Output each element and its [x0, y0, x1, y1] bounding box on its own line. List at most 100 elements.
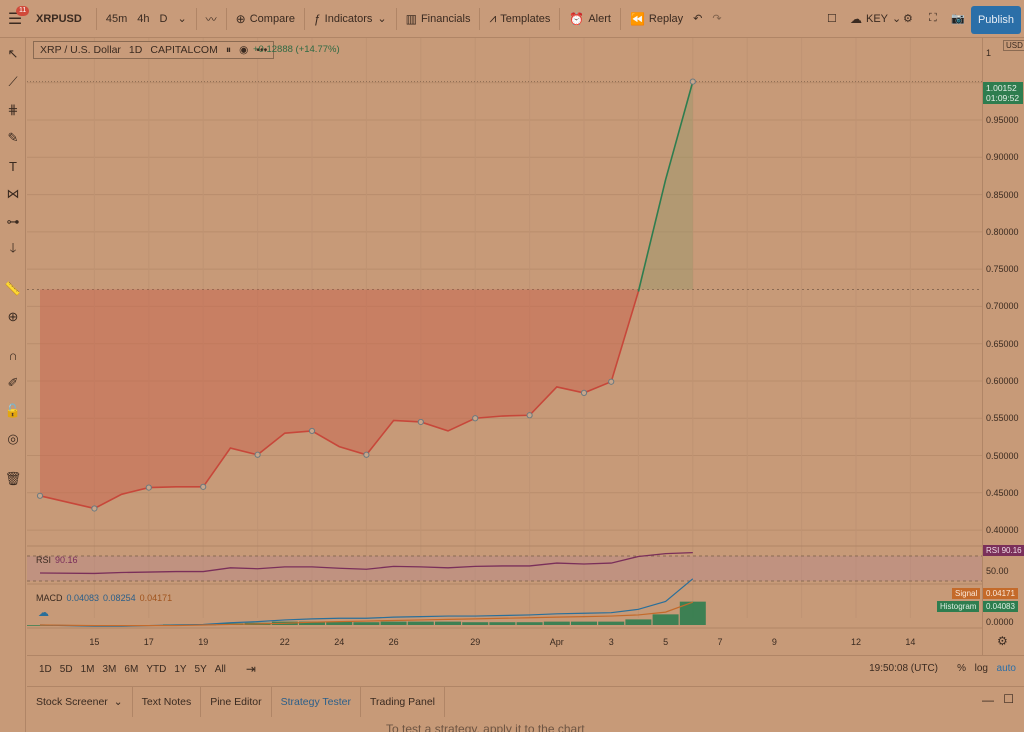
- publish-button[interactable]: Publish: [971, 6, 1021, 34]
- symbol-search[interactable]: XRPUSD: [30, 0, 92, 38]
- rsi-legend[interactable]: RSI 90.16: [36, 555, 78, 565]
- range-1m[interactable]: 1M: [77, 664, 99, 675]
- compare-button[interactable]: ⊕ Compare: [231, 0, 300, 38]
- hide-drawings-tool[interactable]: ◎: [0, 428, 26, 450]
- maximize-panel-button[interactable]: ☐: [1003, 692, 1014, 706]
- clock[interactable]: 19:50:08 (UTC): [869, 663, 938, 674]
- time-tick-label: 17: [144, 637, 154, 647]
- zoom-tool[interactable]: ⊕: [0, 306, 26, 328]
- price-marker: [580, 389, 588, 396]
- square-icon: ☐: [827, 13, 837, 25]
- replay-button[interactable]: ⏪ Replay: [625, 0, 688, 38]
- templates-label: Templates: [500, 12, 551, 25]
- range-6m[interactable]: 6M: [120, 664, 142, 675]
- gann-fib-tool[interactable]: ⋕: [0, 99, 26, 121]
- snapshot-button[interactable]: 📷: [946, 0, 970, 38]
- cloud-icon: ☁: [38, 607, 49, 619]
- minimize-panel-button[interactable]: —: [982, 693, 994, 707]
- measure-tool[interactable]: 📏: [0, 278, 26, 300]
- line-chart-icon: 〰: [205, 13, 217, 26]
- rsi-tag: RSI 90.16: [983, 545, 1024, 556]
- rsi-tag-value: 90.16: [1001, 546, 1022, 555]
- range-5y[interactable]: 5Y: [191, 664, 211, 675]
- eye-icon[interactable]: ◉: [239, 44, 248, 56]
- divider: [195, 7, 197, 30]
- time-tick-label: 3: [609, 637, 614, 647]
- time-tick-label: 14: [905, 637, 915, 647]
- price-label: 0.40000: [986, 525, 1019, 536]
- redo-button[interactable]: ↷: [707, 0, 726, 38]
- eye-icon: ◎: [7, 431, 19, 446]
- undo-button[interactable]: ↶: [688, 0, 707, 38]
- layout-select-button[interactable]: ☐: [822, 0, 842, 38]
- templates-button[interactable]: ⩘ Templates: [484, 0, 555, 38]
- interval-d[interactable]: D: [155, 0, 173, 38]
- interval-45m[interactable]: 45m: [101, 0, 132, 38]
- pause-icon: ⏸: [225, 43, 232, 56]
- tab-text-notes[interactable]: Text Notes: [133, 686, 202, 717]
- top-toolbar: ☰ 11 XRPUSD 45m 4h D ⌄ 〰 ⊕ Compare ƒ Indic…: [0, 0, 1024, 38]
- macd-signal-value: 0.08254: [103, 593, 136, 603]
- lock-drawings-tool[interactable]: 🔓: [0, 400, 26, 422]
- log-toggle[interactable]: log: [975, 663, 988, 674]
- templates-icon: ⩘: [489, 11, 497, 25]
- range-bar: 1D 5D 1M 3M 6M YTD 1Y 5Y All ⇥ 19:50:08 …: [27, 655, 1024, 682]
- time-tick-label: Apr: [550, 637, 564, 647]
- text-tool[interactable]: T: [0, 155, 26, 177]
- tab-stock-screener[interactable]: Stock Screener ⌄: [27, 686, 133, 717]
- stay-drawing-tool[interactable]: ✐: [0, 372, 26, 394]
- goto-date-button[interactable]: ⇥: [242, 662, 260, 676]
- magnet-tool[interactable]: ∩: [0, 344, 26, 366]
- remove-drawings-tool[interactable]: 🗑: [0, 468, 26, 490]
- macd-histogram-bar: [462, 622, 489, 625]
- price-marker: [145, 484, 152, 491]
- currency-label[interactable]: USD: [1003, 40, 1024, 51]
- price-scale[interactable]: USD 1 0.95000 0.90000 0.85000 0.80000 0.7500…: [982, 38, 1024, 655]
- range-5d[interactable]: 5D: [56, 664, 77, 675]
- scale-settings-button[interactable]: ⚙: [997, 634, 1008, 648]
- time-tick-label: 9: [772, 637, 777, 647]
- prediction-tool[interactable]: ⊶: [0, 211, 26, 233]
- more-tools[interactable]: 🡓: [0, 239, 26, 261]
- interval-dropdown[interactable]: ⌄: [172, 0, 191, 38]
- time-tick-label: 7: [717, 637, 722, 647]
- signal-tag-value: 0.04171: [983, 588, 1018, 599]
- rsi-band: [27, 556, 982, 581]
- cursor-tool[interactable]: ↖: [0, 43, 26, 65]
- range-3m[interactable]: 3M: [99, 664, 121, 675]
- tab-pine-editor[interactable]: Pine Editor: [201, 686, 272, 717]
- price-marker: [308, 427, 316, 435]
- trendline-tool[interactable]: ⟋: [0, 71, 26, 93]
- price-marker: [417, 418, 424, 426]
- range-1d[interactable]: 1D: [35, 664, 56, 675]
- price-label: 0.60000: [986, 375, 1019, 386]
- range-all[interactable]: All: [211, 664, 230, 675]
- menu-button[interactable]: ☰ 11: [0, 0, 30, 38]
- macd-legend[interactable]: MACD 0.04083 0.08254 0.04171: [36, 593, 172, 603]
- chart-area[interactable]: 15 17 19 22 24 26 29 Apr 3 5 7 9 12 14 XRP / U.S. Dol…: [27, 38, 982, 655]
- pattern-tool[interactable]: ⋈: [0, 183, 26, 205]
- chart-type-button[interactable]: 〰: [201, 0, 222, 38]
- plus-circle-icon: ⊕: [235, 11, 246, 26]
- auto-toggle[interactable]: auto: [997, 663, 1016, 674]
- price-label: 0.75000: [986, 264, 1019, 275]
- macd-histogram-bar: [516, 622, 543, 625]
- macd-histogram-bar: [598, 621, 625, 625]
- redo-icon: ↷: [712, 13, 722, 25]
- percent-toggle[interactable]: %: [957, 663, 966, 674]
- strategy-tester-message: To test a strategy, apply it to the char…: [386, 722, 585, 732]
- tab-strategy-tester[interactable]: Strategy Tester: [272, 686, 362, 717]
- fib-icon: ⋕: [7, 102, 19, 117]
- interval-4h[interactable]: 4h: [132, 0, 154, 38]
- financials-button[interactable]: ▥ Financials: [401, 0, 476, 38]
- settings-button[interactable]: ⚙: [898, 0, 918, 38]
- chart-canvas: 15 17 19 22 24 26 29 Apr 3 5 7 9 12 14: [27, 38, 982, 647]
- alert-button[interactable]: ⏰ Alert: [564, 0, 616, 38]
- legend-exchange: CAPITALCOM: [150, 44, 218, 56]
- range-1y[interactable]: 1Y: [170, 664, 190, 675]
- fullscreen-button[interactable]: ⛶: [924, 0, 942, 38]
- indicators-button[interactable]: ƒ Indicators ⌄: [309, 0, 392, 38]
- tab-trading-panel[interactable]: Trading Panel: [361, 686, 446, 717]
- range-ytd[interactable]: YTD: [142, 664, 170, 675]
- brush-tool[interactable]: ✎: [0, 127, 26, 149]
